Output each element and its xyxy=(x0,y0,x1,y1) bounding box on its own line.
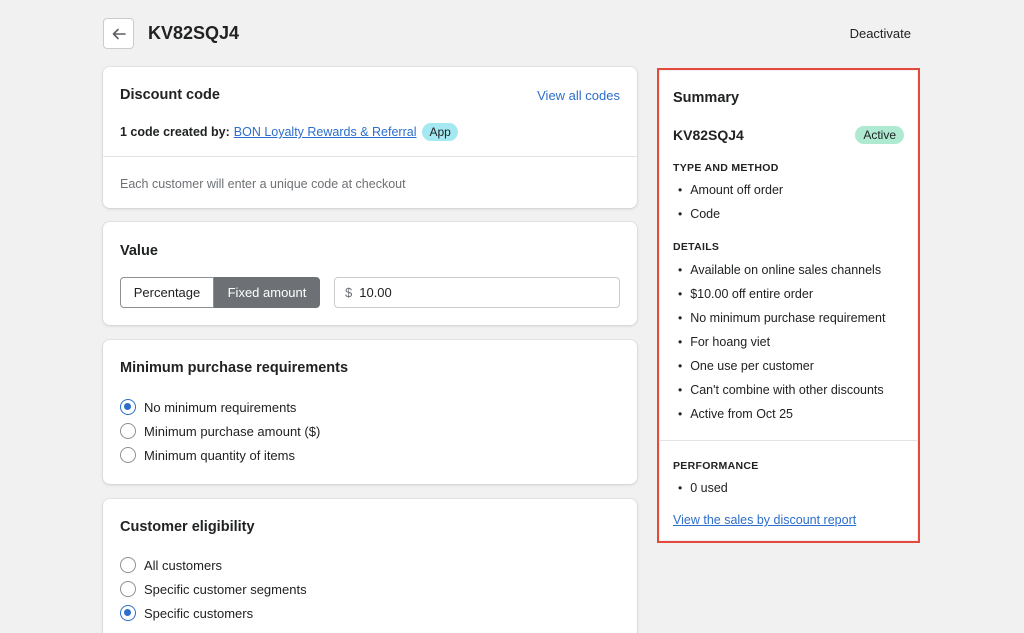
radio-option-min-quantity[interactable]: Minimum quantity of items xyxy=(120,447,295,463)
radio-button[interactable] xyxy=(120,399,136,415)
fixed-amount-button[interactable]: Fixed amount xyxy=(214,277,320,308)
created-by-row: 1 code created by: BON Loyalty Rewards &… xyxy=(120,123,458,141)
percentage-button[interactable]: Percentage xyxy=(120,277,214,308)
customer-eligibility-title: Customer eligibility xyxy=(120,519,255,535)
radio-option-all-customers[interactable]: All customers xyxy=(120,557,222,573)
app-link[interactable]: BON Loyalty Rewards & Referral xyxy=(234,125,417,139)
details-heading: DETAILS xyxy=(673,241,720,253)
radio-option-specific-customers[interactable]: Specific customers xyxy=(120,605,253,621)
radio-button[interactable] xyxy=(120,581,136,597)
divider xyxy=(660,440,917,441)
customer-eligibility-card: Customer eligibility All customers Speci… xyxy=(103,499,637,633)
radio-option-min-amount[interactable]: Minimum purchase amount ($) xyxy=(120,423,320,439)
summary-panel: Summary KV82SQJ4 Active TYPE AND METHOD … xyxy=(657,68,920,543)
amount-value: 10.00 xyxy=(359,285,392,300)
radio-button[interactable] xyxy=(120,423,136,439)
created-by-label: 1 code created by: xyxy=(120,125,230,139)
radio-label: Specific customer segments xyxy=(144,581,307,597)
view-all-codes-link[interactable]: View all codes xyxy=(537,88,620,103)
page-title: KV82SQJ4 xyxy=(148,23,240,43)
list-item: • $10.00 off entire order xyxy=(678,287,813,301)
back-button[interactable] xyxy=(103,18,134,49)
radio-button[interactable] xyxy=(120,557,136,573)
list-item: • For hoang viet xyxy=(678,335,771,349)
type-method-heading: TYPE AND METHOD xyxy=(673,162,779,174)
list-item: • Active from Oct 25 xyxy=(678,407,794,421)
value-type-toggle: Percentage Fixed amount xyxy=(120,277,320,308)
deactivate-button[interactable]: Deactivate xyxy=(850,26,911,41)
list-item: • Can't combine with other discounts xyxy=(678,383,884,397)
discount-code-card: Discount code View all codes 1 code crea… xyxy=(103,67,637,208)
value-card: Value Percentage Fixed amount $ 10.00 xyxy=(103,222,637,325)
value-title: Value xyxy=(120,243,158,259)
summary-code: KV82SQJ4 xyxy=(673,127,744,143)
currency-prefix: $ xyxy=(345,285,353,300)
minimum-requirements-card: Minimum purchase requirements No minimum… xyxy=(103,340,637,484)
summary-title: Summary xyxy=(673,90,740,106)
radio-button[interactable] xyxy=(120,605,136,621)
radio-option-segments[interactable]: Specific customer segments xyxy=(120,581,307,597)
status-badge: Active xyxy=(855,126,904,144)
radio-label: Specific customers xyxy=(144,605,254,621)
divider xyxy=(103,156,637,157)
page-header: KV82SQJ4 Deactivate xyxy=(103,18,913,50)
radio-label: Minimum quantity of items xyxy=(144,447,295,463)
minimum-requirements-title: Minimum purchase requirements xyxy=(120,360,349,376)
list-item: • No minimum purchase requirement xyxy=(678,311,886,325)
list-item: • Available on online sales channels xyxy=(678,263,882,277)
list-item: • Amount off order xyxy=(678,183,784,197)
amount-input[interactable]: $ 10.00 xyxy=(334,277,620,308)
arrow-left-icon xyxy=(112,28,126,39)
radio-label: All customers xyxy=(144,557,223,573)
radio-button[interactable] xyxy=(120,447,136,463)
discount-code-title: Discount code xyxy=(120,87,220,103)
performance-heading: PERFORMANCE xyxy=(673,460,759,472)
app-badge: App xyxy=(422,123,458,141)
radio-option-no-minimum[interactable]: No minimum requirements xyxy=(120,399,296,415)
radio-label: Minimum purchase amount ($) xyxy=(144,423,321,439)
list-item: • Code xyxy=(678,207,721,221)
sales-report-link[interactable]: View the sales by discount report xyxy=(673,513,856,527)
radio-label: No minimum requirements xyxy=(144,399,297,415)
list-item: • 0 used xyxy=(678,481,728,495)
list-item: • One use per customer xyxy=(678,359,814,373)
code-hint: Each customer will enter a unique code a… xyxy=(120,177,406,191)
